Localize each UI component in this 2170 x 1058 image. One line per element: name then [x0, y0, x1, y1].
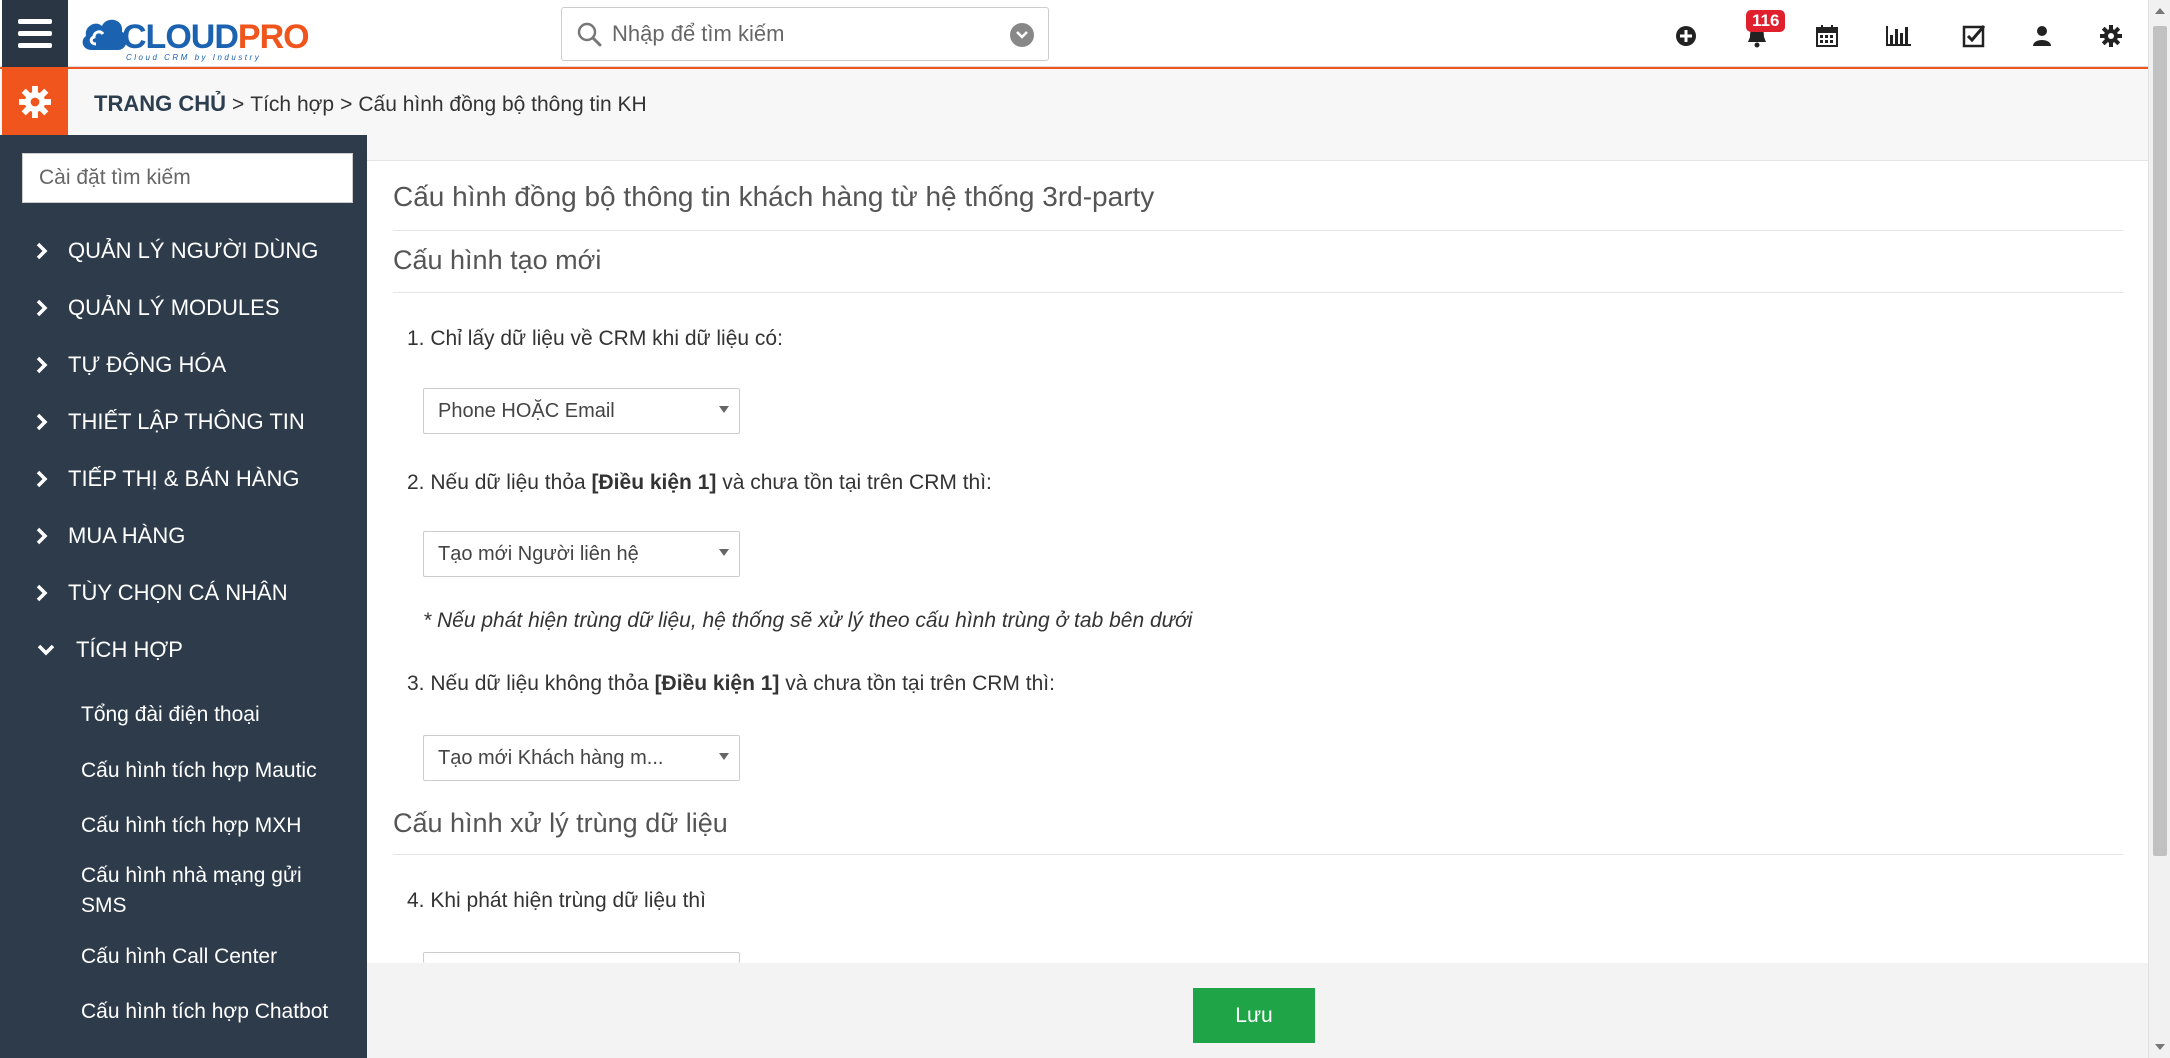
action-4-select[interactable] [423, 952, 740, 963]
question-4-label: 4. Khi phát hiện trùng dữ liệu thì [407, 889, 706, 912]
question-3-label: 3. Nếu dữ liệu không thỏa [Điều kiện 1] … [407, 672, 1055, 695]
scroll-down-arrow-icon[interactable] [2155, 1044, 2165, 1050]
chevron-right-icon [32, 298, 52, 318]
checkbox-icon[interactable] [1960, 22, 1988, 50]
global-search [561, 7, 1049, 61]
search-icon [577, 22, 602, 47]
logo-wordmark: CLOUDPRO [122, 18, 310, 56]
chevron-down-icon [36, 640, 56, 660]
sidebar-item-info-setup[interactable]: THIẾT LẬP THÔNG TIN [0, 393, 367, 450]
settings-gear-icon[interactable] [2, 69, 68, 135]
sidebar-subitem-call-center[interactable]: Cấu hình Call Center [81, 942, 351, 972]
search-input[interactable] [612, 18, 992, 50]
sidebar-item-label: MUA HÀNG [68, 522, 186, 548]
chevron-down-icon[interactable] [1010, 23, 1034, 47]
logo[interactable]: CLOUDPRO Cloud CRM by Industry [78, 6, 318, 62]
condition-1-select[interactable]: Phone HOẶC Email [423, 388, 740, 434]
sidebar-item-label: QUẢN LÝ MODULES [68, 294, 280, 320]
divider [393, 230, 2123, 231]
sidebar-item-automation[interactable]: TỰ ĐỘNG HÓA [0, 336, 367, 393]
sidebar-item-label: TÙY CHỌN CÁ NHÂN [68, 579, 288, 605]
section-title-duplicate: Cấu hình xử lý trùng dữ liệu [393, 808, 728, 838]
chevron-right-icon [32, 469, 52, 489]
scroll-thumb[interactable] [2153, 26, 2167, 856]
sidebar-item-label: TÍCH HỢP [76, 636, 183, 662]
sidebar-item-purchasing[interactable]: MUA HÀNG [0, 507, 367, 564]
breadcrumb-integration[interactable]: Tích hợp [250, 93, 334, 116]
chevron-right-icon [32, 241, 52, 261]
sidebar-item-label: TIẾP THỊ & BÁN HÀNG [68, 465, 300, 491]
sidebar-subitem-social[interactable]: Cấu hình tích hợp MXH [81, 811, 351, 841]
sidebar-item-modules[interactable]: QUẢN LÝ MODULES [0, 279, 367, 336]
plus-circle-icon[interactable] [1672, 22, 1700, 50]
top-bar: CLOUDPRO Cloud CRM by Industry 116 [0, 0, 2148, 67]
section-title-create: Cấu hình tạo mới [393, 245, 602, 275]
sidebar: QUẢN LÝ NGƯỜI DÙNG QUẢN LÝ MODULES TỰ ĐỘ… [0, 135, 367, 1058]
action-2-select[interactable]: Tạo mới Người liên hệ [423, 531, 740, 577]
sidebar-item-label: QUẢN LÝ NGƯỜI DÙNG [68, 237, 319, 263]
gear-icon[interactable] [2097, 22, 2125, 50]
sidebar-item-personal-options[interactable]: TÙY CHỌN CÁ NHÂN [0, 564, 367, 621]
sidebar-item-integration[interactable]: TÍCH HỢP [0, 621, 367, 678]
chevron-right-icon [32, 526, 52, 546]
content-top-strip [367, 135, 2148, 161]
duplicate-note: * Nếu phát hiện trùng dữ liệu, hệ thống … [423, 609, 1193, 632]
user-icon[interactable] [2028, 22, 2056, 50]
chevron-right-icon [32, 412, 52, 432]
divider [393, 292, 2123, 293]
sidebar-subitem-sms-carrier[interactable]: Cấu hình nhà mạng gửi SMS [81, 861, 351, 921]
sidebar-menu: QUẢN LÝ NGƯỜI DÙNG QUẢN LÝ MODULES TỰ ĐỘ… [0, 222, 367, 678]
sidebar-item-label: TỰ ĐỘNG HÓA [68, 351, 227, 377]
breadcrumb-current: Cấu hình đồng bộ thông tin KH [358, 93, 647, 116]
sidebar-search-input[interactable] [22, 153, 353, 203]
sidebar-item-user-management[interactable]: QUẢN LÝ NGƯỜI DÙNG [0, 222, 367, 279]
dropdown-arrow-icon [719, 753, 729, 760]
sidebar-subitem-mautic[interactable]: Cấu hình tích hợp Mautic [81, 756, 351, 786]
action-3-select[interactable]: Tạo mới Khách hàng m... [423, 735, 740, 781]
chevron-right-icon [32, 583, 52, 603]
sidebar-subitem-chatbot[interactable]: Cấu hình tích hợp Chatbot [81, 997, 351, 1027]
notification-badge: 116 [1746, 10, 1786, 32]
page-scrollbar[interactable] [2148, 0, 2170, 1058]
save-button[interactable]: Lưu [1193, 988, 1315, 1043]
select-value: Tạo mới Khách hàng m... [438, 746, 664, 769]
select-value: Phone HOẶC Email [438, 399, 615, 422]
page-title: Cấu hình đồng bộ thông tin khách hàng từ… [393, 181, 1155, 212]
hamburger-menu-icon[interactable] [2, 0, 68, 67]
question-1-label: 1. Chỉ lấy dữ liệu về CRM khi dữ liệu có… [407, 327, 783, 350]
bar-chart-icon[interactable] [1885, 22, 1913, 50]
chevron-right-icon [32, 355, 52, 375]
breadcrumb: TRANG CHỦ > Tích hợp > Cấu hình đồng bộ thôn… [94, 91, 647, 117]
sidebar-item-marketing-sales[interactable]: TIẾP THỊ & BÁN HÀNG [0, 450, 367, 507]
calendar-icon[interactable] [1813, 22, 1841, 50]
scroll-up-arrow-icon[interactable] [2155, 8, 2165, 14]
sidebar-subitem-phone-switchboard[interactable]: Tổng đài điện thoại [81, 700, 351, 730]
breadcrumb-bar: TRANG CHỦ > Tích hợp > Cấu hình đồng bộ thôn… [0, 67, 2148, 135]
sidebar-item-label: THIẾT LẬP THÔNG TIN [68, 408, 305, 434]
logo-tagline: Cloud CRM by Industry [126, 53, 262, 62]
main-content: Cấu hình đồng bộ thông tin khách hàng từ… [367, 135, 2148, 963]
dropdown-arrow-icon [719, 406, 729, 413]
divider [393, 854, 2123, 855]
breadcrumb-separator: > [340, 93, 353, 116]
dropdown-arrow-icon [719, 549, 729, 556]
select-value: Tạo mới Người liên hệ [438, 542, 639, 565]
footer-bar: Lưu [367, 963, 2148, 1058]
breadcrumb-home[interactable]: TRANG CHỦ [94, 91, 226, 116]
breadcrumb-separator: > [232, 93, 245, 116]
question-2-label: 2. Nếu dữ liệu thỏa [Điều kiện 1] và chư… [407, 471, 992, 494]
